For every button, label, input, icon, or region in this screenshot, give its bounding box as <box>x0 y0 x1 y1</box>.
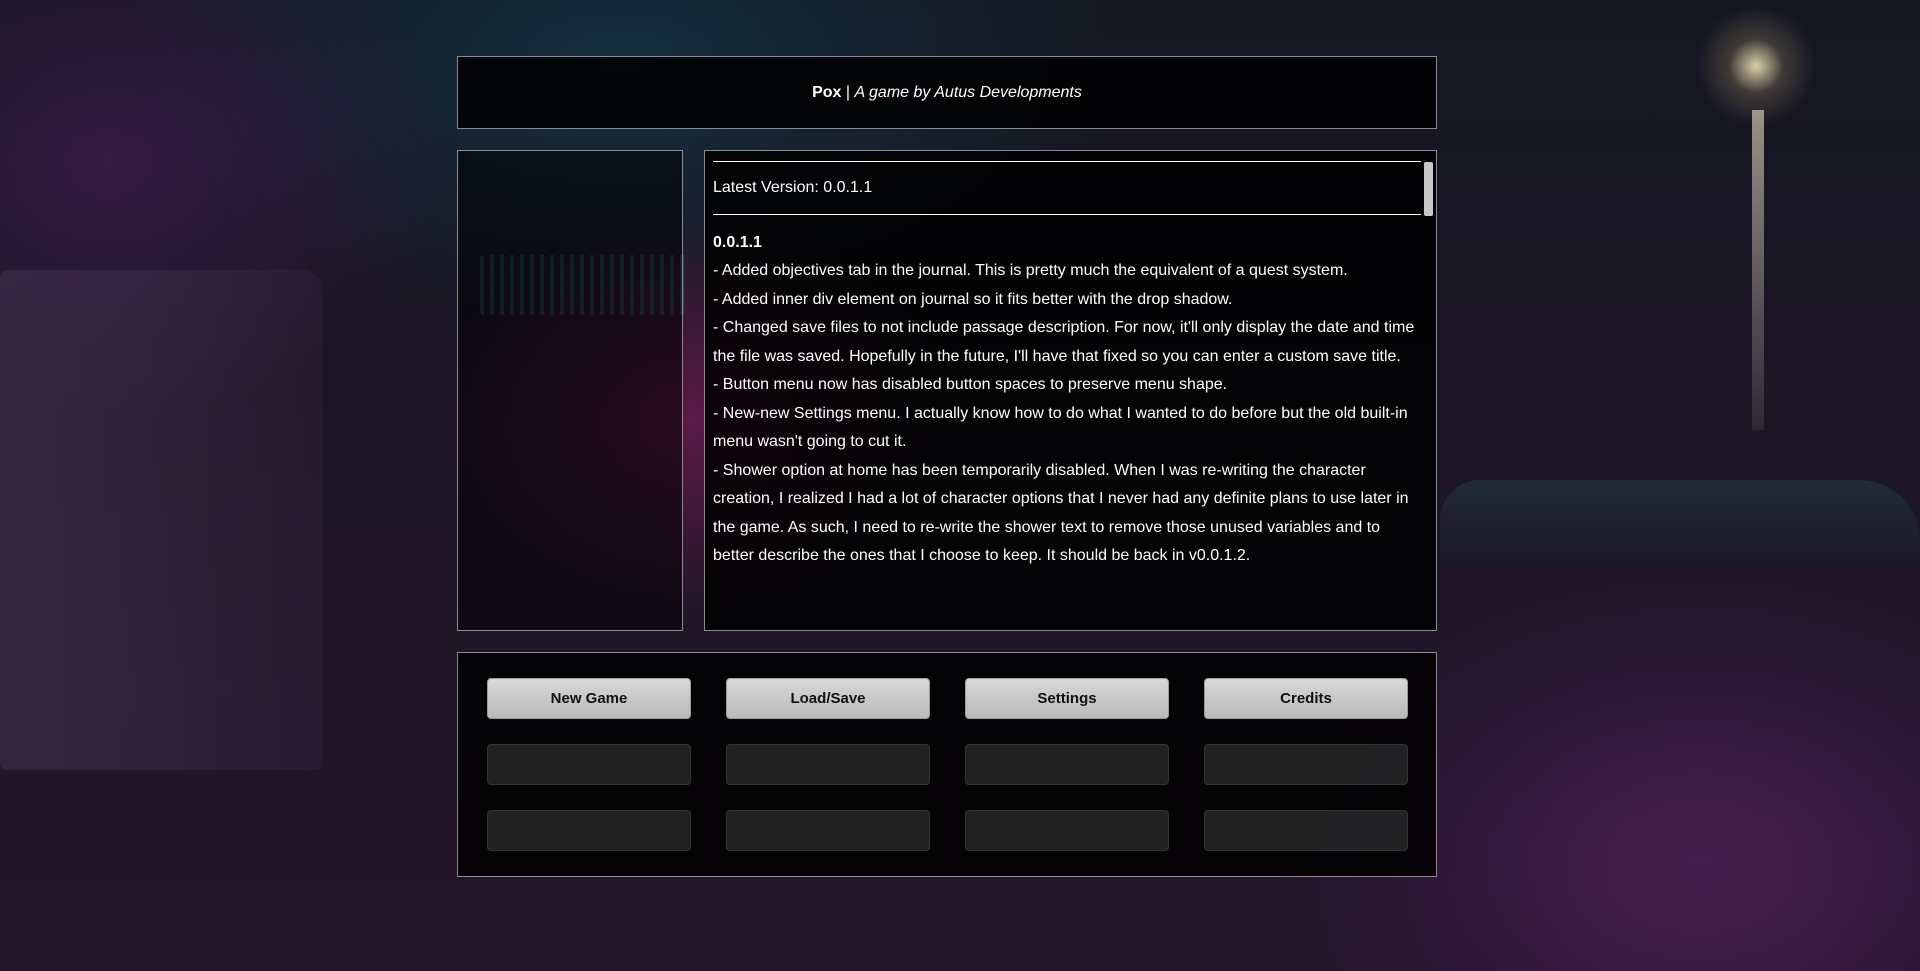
main-menu-panel: New Game Load/Save Settings Credits <box>457 652 1437 877</box>
settings-button[interactable]: Settings <box>965 678 1169 719</box>
disabled-button-slot <box>726 810 930 851</box>
title-separator: | <box>841 83 855 101</box>
credits-button[interactable]: Credits <box>1204 678 1408 719</box>
changelog-line: - Added inner div element on journal so … <box>713 290 1233 308</box>
menu-button-grid: New Game Load/Save Settings Credits <box>487 678 1408 851</box>
disabled-button-slot <box>965 744 1169 785</box>
changelog-line: - Button menu now has disabled button sp… <box>713 376 1228 393</box>
disabled-button-slot <box>1204 744 1408 785</box>
background-street-lamp <box>1752 110 1764 430</box>
background-parked-cars <box>1440 480 1920 570</box>
new-game-button[interactable]: New Game <box>487 678 691 719</box>
changelog-content: Latest Version: 0.0.1.1 0.0.1.1 - Added … <box>713 161 1421 571</box>
divider-bottom <box>713 213 1421 215</box>
scrollbar-thumb[interactable] <box>1424 162 1433 216</box>
background-concrete-slab <box>0 270 322 770</box>
disabled-button-slot <box>487 810 691 851</box>
load-save-button[interactable]: Load/Save <box>726 678 930 719</box>
changelog-panel: Latest Version: 0.0.1.1 0.0.1.1 - Added … <box>704 150 1437 631</box>
changelog-line: - Shower option at home has been tempora… <box>713 461 1409 565</box>
game-name: Pox <box>812 83 842 101</box>
latest-version-text: Latest Version: 0.0.1.1 <box>713 179 873 196</box>
changelog-scrollbar[interactable] <box>1422 151 1436 630</box>
title-bar: Pox | A game by Autus Developments <box>457 56 1437 129</box>
changelog-line: - New-new Settings menu. I actually know… <box>713 404 1408 451</box>
side-image-panel <box>457 150 683 631</box>
changelog-line: - Added objectives tab in the journal. T… <box>713 262 1348 279</box>
disabled-button-slot <box>965 810 1169 851</box>
changelog-entry-version: 0.0.1.1 <box>713 233 762 251</box>
disabled-button-slot <box>726 744 930 785</box>
disabled-button-slot <box>1204 810 1408 851</box>
game-tagline: A game by Autus Developments <box>854 83 1082 101</box>
disabled-button-slot <box>487 744 691 785</box>
changelog-line: - Changed save files to not include pass… <box>713 319 1415 365</box>
